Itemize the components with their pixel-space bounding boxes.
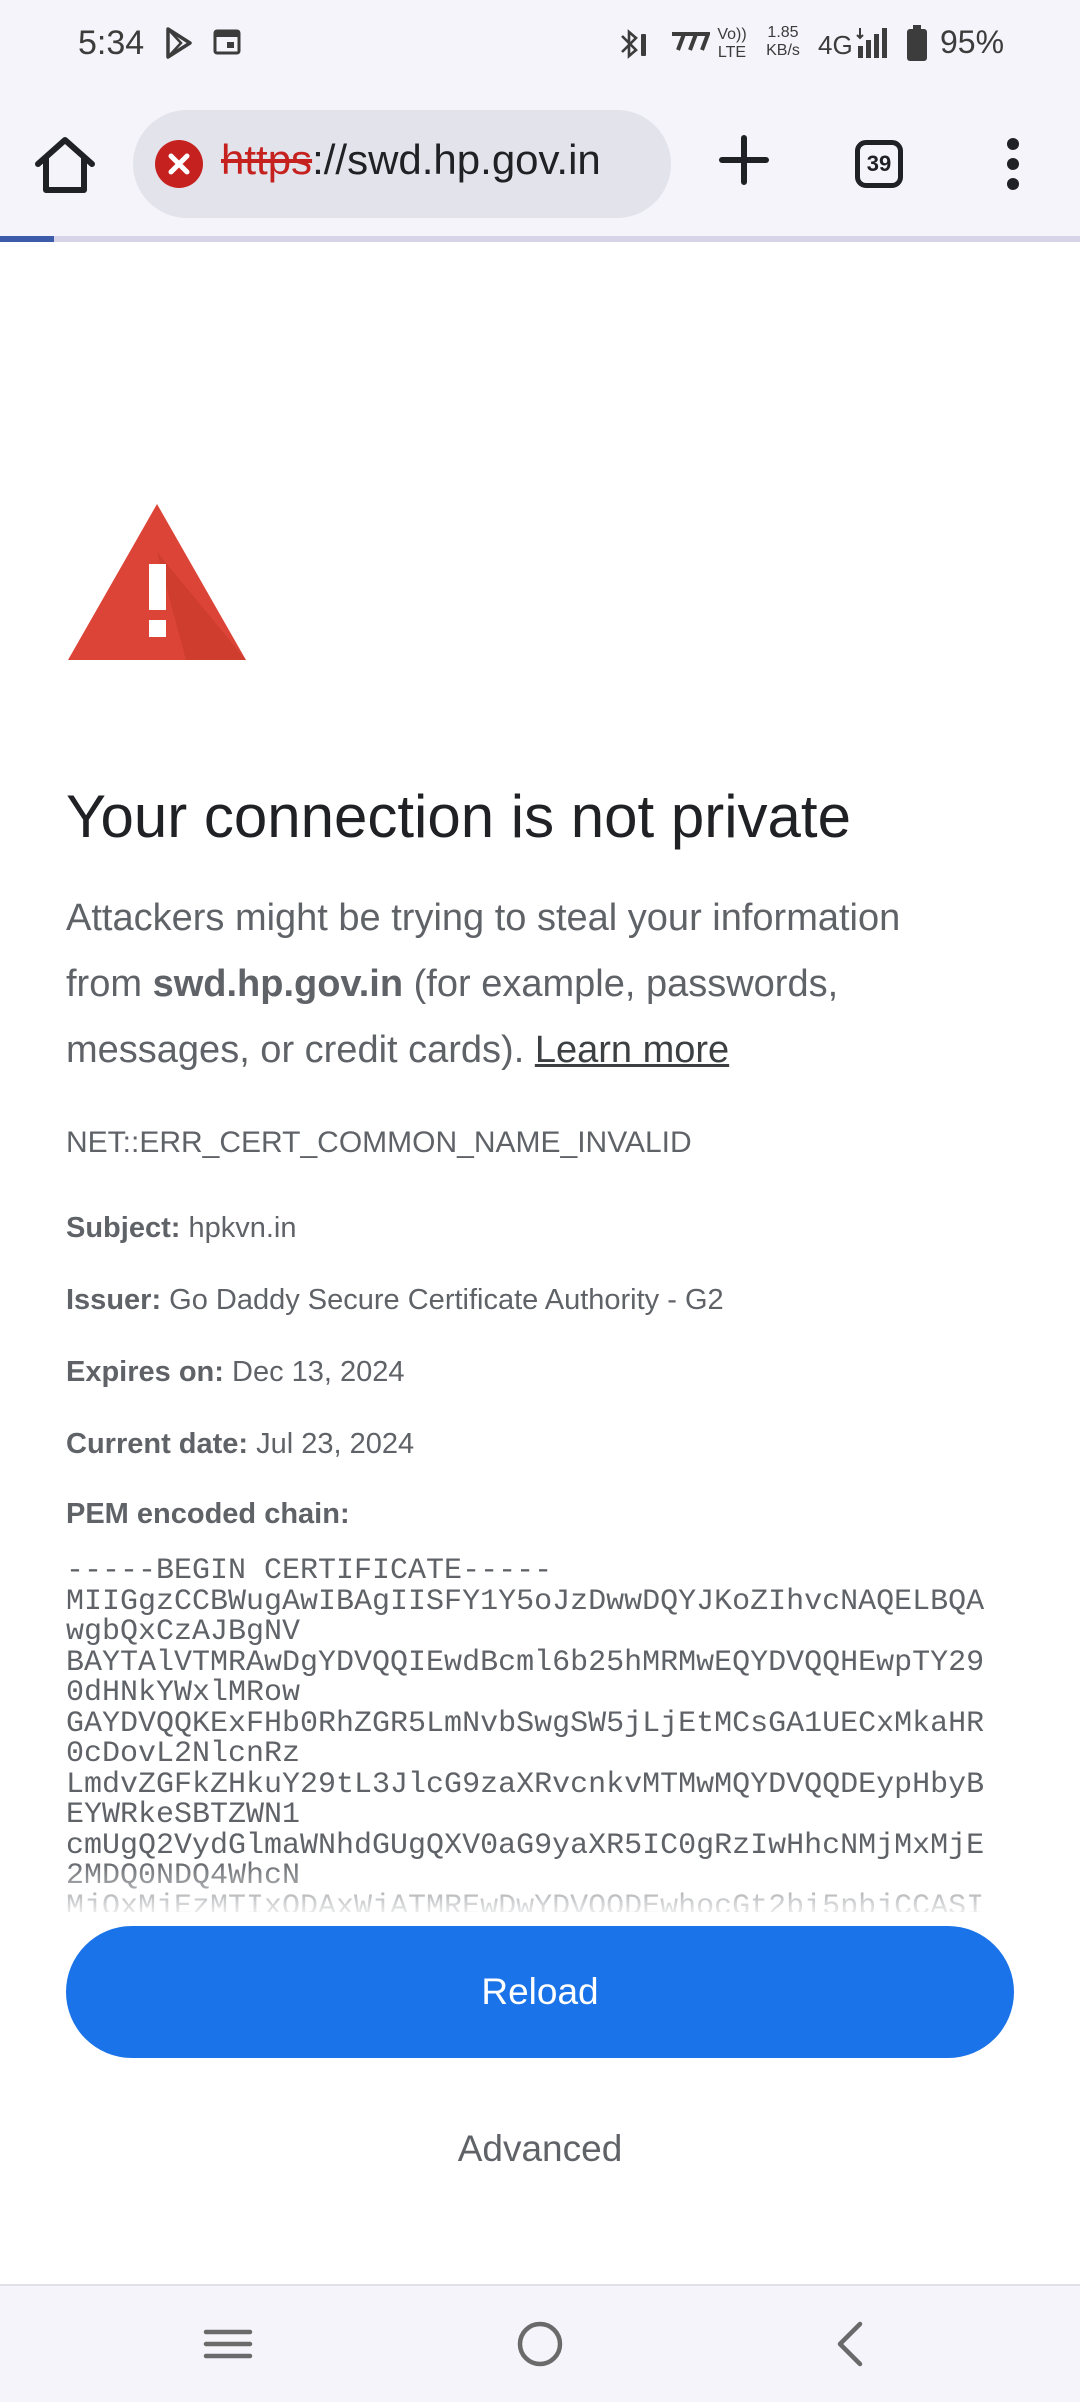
calendar-icon bbox=[213, 29, 241, 55]
pem-line: EYWRkeSBTZWN1 bbox=[66, 1798, 301, 1832]
network-speed-unit: KB/s bbox=[766, 42, 800, 59]
cert-expiry-value: Dec 13, 2024 bbox=[232, 1356, 405, 1388]
cert-subject-label: Subject: bbox=[66, 1212, 181, 1244]
tab-switcher-button[interactable]: 39 bbox=[855, 140, 903, 188]
close-icon bbox=[168, 153, 190, 175]
cert-subject: Subject: hpkvn.in bbox=[66, 1212, 296, 1245]
current-date-label: Current date: bbox=[66, 1428, 249, 1460]
pem-line: 0cDovL2NlcnRz bbox=[66, 1737, 301, 1771]
warning-icon bbox=[68, 504, 246, 660]
system-nav-bar bbox=[0, 2284, 1080, 2402]
learn-more-link[interactable]: Learn more bbox=[535, 1029, 729, 1071]
pem-line: MIIGgzCCBWugAwIBAgIISFY1Y5oJzDwwDQYJKoZI… bbox=[66, 1584, 985, 1619]
lte-text: LTE bbox=[717, 44, 747, 61]
advanced-button[interactable]: Advanced bbox=[390, 2128, 690, 2188]
cert-subject-value: hpkvn.in bbox=[188, 1212, 297, 1244]
pem-fade bbox=[0, 1860, 1080, 1920]
progress-fill bbox=[0, 236, 54, 242]
reload-button[interactable]: Reload bbox=[66, 1926, 1014, 2058]
pem-line: LmdvZGFkZHkuY29tL3JlcG9zaXRvcnkvMTMwMQYD… bbox=[66, 1767, 985, 1802]
pem-line: cmUgQ2VydGlmaWNhdGUgQXV0aG9yaXR5IC0gRzIw… bbox=[66, 1828, 985, 1863]
browser-toolbar: https://swd.hp.gov.in 39 bbox=[0, 92, 1080, 236]
current-date: Current date: Jul 23, 2024 bbox=[66, 1428, 414, 1461]
url-text[interactable]: https://swd.hp.gov.in bbox=[221, 136, 601, 184]
home-nav-icon[interactable] bbox=[512, 2316, 568, 2372]
pem-label: PEM encoded chain: bbox=[66, 1498, 350, 1530]
status-bar: 5:34 Vo)) LTE 1.85 KB/s 4G 95% bbox=[0, 0, 1080, 92]
warning-description: Attackers might be trying to steal your … bbox=[66, 885, 966, 1083]
battery-icon bbox=[907, 25, 927, 61]
battery-percent: 95% bbox=[940, 24, 1005, 60]
not-secure-icon[interactable] bbox=[155, 140, 203, 188]
signal-icon bbox=[856, 28, 887, 58]
pem-line: 0dHNkYWxlMRow bbox=[66, 1676, 301, 1710]
desc-domain: swd.hp.gov.in bbox=[152, 963, 404, 1005]
pem-line: -----BEGIN CERTIFICATE----- bbox=[66, 1556, 553, 1588]
cert-expiry-label: Expires on: bbox=[66, 1356, 224, 1388]
error-code: NET::ERR_CERT_COMMON_NAME_INVALID bbox=[66, 1126, 692, 1159]
pem-chain[interactable]: -----BEGIN CERTIFICATE----- MIIGgzCCBWugA… bbox=[66, 1556, 1016, 1912]
back-icon[interactable] bbox=[824, 2316, 880, 2372]
bluetooth-icon bbox=[621, 29, 646, 59]
more-menu-icon[interactable] bbox=[995, 132, 1031, 196]
volte-indicator: Vo)) LTE bbox=[716, 26, 748, 62]
page-load-progress bbox=[0, 236, 1080, 242]
address-bar[interactable]: https://swd.hp.gov.in bbox=[133, 110, 671, 218]
new-tab-icon[interactable] bbox=[712, 128, 776, 192]
volte-text: Vo)) bbox=[717, 26, 747, 43]
pem-line: wgbQxCzAJBgNV bbox=[66, 1615, 301, 1649]
play-store-icon bbox=[166, 27, 192, 59]
current-date-value: Jul 23, 2024 bbox=[256, 1428, 415, 1460]
network-speed-value: 1.85 bbox=[767, 24, 799, 41]
cert-issuer-value: Go Daddy Secure Certificate Authority - … bbox=[169, 1284, 724, 1316]
status-time: 5:34 bbox=[78, 24, 145, 62]
carrier-icon bbox=[672, 32, 710, 51]
network-speed: 1.85 KB/s bbox=[760, 24, 806, 60]
page-title: Your connection is not private bbox=[66, 783, 851, 850]
cert-issuer-label: Issuer: bbox=[66, 1284, 162, 1316]
recent-apps-icon[interactable] bbox=[200, 2316, 256, 2372]
cert-expiry: Expires on: Dec 13, 2024 bbox=[66, 1356, 405, 1389]
network-type: 4G bbox=[818, 30, 853, 60]
cert-issuer: Issuer: Go Daddy Secure Certificate Auth… bbox=[66, 1284, 724, 1317]
pem-line: GAYDVQQKExFHb0RhZGR5LmNvbSwgSW5jLjEtMCsG… bbox=[66, 1706, 985, 1741]
url-scheme: https bbox=[221, 136, 313, 183]
home-icon[interactable] bbox=[30, 130, 100, 200]
pem-line: BAYTAlVTMRAwDgYDVQQIEwdBcml6b25hMRMwEQYD… bbox=[66, 1645, 985, 1680]
url-host: ://swd.hp.gov.in bbox=[312, 136, 601, 183]
